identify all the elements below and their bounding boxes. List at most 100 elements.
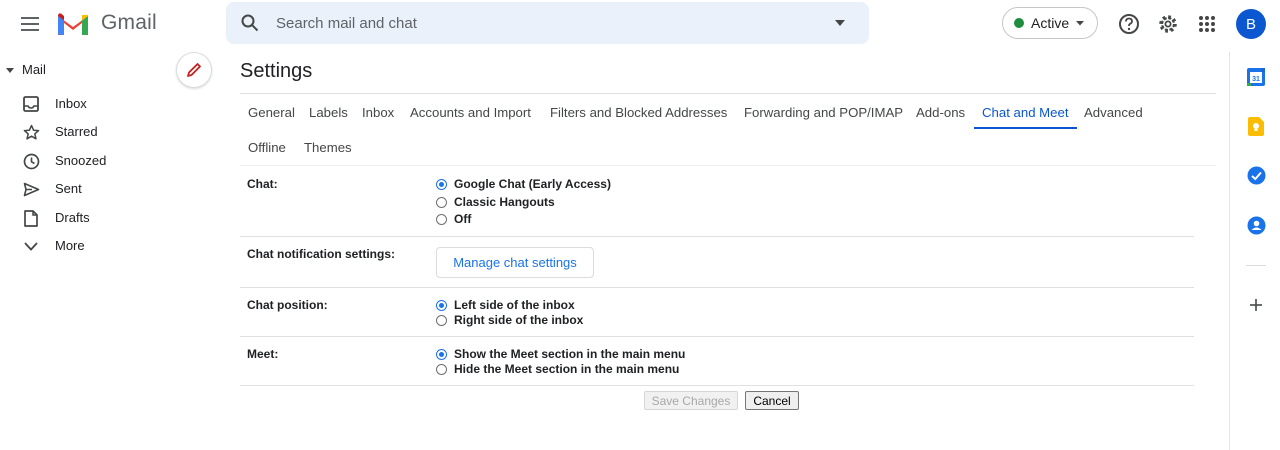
nav-item-more[interactable]: More xyxy=(0,232,220,260)
cancel-button[interactable]: Cancel xyxy=(745,391,799,410)
keep-button[interactable] xyxy=(1245,115,1267,137)
search-input[interactable] xyxy=(276,2,816,44)
radio-button[interactable] xyxy=(436,314,447,326)
tab-themes[interactable]: Themes xyxy=(304,140,352,155)
divider xyxy=(240,165,1216,166)
search-options-button[interactable] xyxy=(830,13,850,33)
gmail-logo-icon[interactable] xyxy=(56,11,90,37)
radio-label: Right side of the inbox xyxy=(454,313,584,327)
divider xyxy=(240,385,1194,386)
tab-forwarding-and-pop-imap[interactable]: Forwarding and POP/IMAP xyxy=(744,105,903,120)
manage-chat-settings-button[interactable]: Manage chat settings xyxy=(436,247,594,278)
divider xyxy=(240,93,1216,94)
calendar-button[interactable]: 31 xyxy=(1245,66,1267,88)
radio-label: Show the Meet section in the main menu xyxy=(454,347,686,361)
tab-offline[interactable]: Offline xyxy=(248,140,286,155)
avatar[interactable]: B xyxy=(1236,9,1266,39)
radio-label: Left side of the inbox xyxy=(454,298,575,312)
tab-labels[interactable]: Labels xyxy=(309,105,348,120)
side-panel-border xyxy=(1229,52,1230,450)
save-changes-button[interactable]: Save Changes xyxy=(644,391,738,410)
keep-icon xyxy=(1248,116,1264,136)
send-icon xyxy=(22,180,40,198)
settings-button[interactable] xyxy=(1156,12,1180,36)
status-dot xyxy=(1014,18,1024,28)
chat-position-right[interactable]: Right side of the inbox xyxy=(436,313,583,327)
caret-down-icon xyxy=(6,67,14,73)
radio-label: Google Chat (Early Access) xyxy=(454,177,611,191)
chat-position-left[interactable]: Left side of the inbox xyxy=(436,298,575,312)
chat-setting-label: Chat: xyxy=(247,177,278,191)
search-icon[interactable] xyxy=(240,13,260,33)
main-menu-button[interactable] xyxy=(14,8,46,40)
mail-section-label: Mail xyxy=(22,62,46,77)
status-selector[interactable]: Active xyxy=(1002,7,1098,39)
search-bar xyxy=(226,2,869,44)
contacts-button[interactable] xyxy=(1245,214,1267,236)
divider xyxy=(240,287,1194,288)
apps-grid-icon xyxy=(1199,16,1215,32)
tab-chat-and-meet[interactable]: Chat and Meet xyxy=(982,105,1069,120)
tasks-icon xyxy=(1247,166,1265,184)
tab-filters-and-blocked-addresses[interactable]: Filters and Blocked Addresses xyxy=(550,105,727,120)
gear-icon xyxy=(1159,15,1177,33)
calendar-day: 31 xyxy=(1252,76,1260,83)
chevron-down-icon xyxy=(22,237,40,255)
nav-item-label: Snoozed xyxy=(55,153,107,168)
meet-setting-label: Meet: xyxy=(247,347,279,361)
radio-button[interactable] xyxy=(436,348,447,360)
chat-position-label: Chat position: xyxy=(247,298,328,312)
top-bar: Gmail Active xyxy=(0,0,1280,48)
apps-button[interactable] xyxy=(1195,12,1219,36)
chat-option-classic-hangouts[interactable]: Classic Hangouts xyxy=(436,195,555,209)
tab-general[interactable]: General xyxy=(248,105,295,120)
plus-icon xyxy=(1250,299,1262,311)
compose-button[interactable] xyxy=(176,52,212,88)
radio-label: Off xyxy=(454,212,472,226)
contacts-icon xyxy=(1247,216,1265,234)
meet-option-hide[interactable]: Hide the Meet section in the main menu xyxy=(436,362,679,376)
chat-notification-settings-label: Chat notification settings: xyxy=(247,247,395,261)
divider xyxy=(240,336,1194,337)
tab-add-ons[interactable]: Add-ons xyxy=(916,105,965,120)
page-title: Settings xyxy=(240,60,313,82)
clock-icon xyxy=(22,152,40,170)
get-add-ons-button[interactable] xyxy=(1245,294,1267,316)
radio-button[interactable] xyxy=(436,213,447,225)
chat-option-off[interactable]: Off xyxy=(436,212,471,226)
meet-option-show[interactable]: Show the Meet section in the main menu xyxy=(436,347,685,361)
mail-section-toggle[interactable]: Mail xyxy=(6,62,46,77)
nav-item-label: More xyxy=(55,238,85,253)
nav-item-label: Sent xyxy=(55,181,82,196)
status-label: Active xyxy=(1031,15,1070,31)
nav-item-starred[interactable]: Starred xyxy=(0,118,220,146)
radio-button[interactable] xyxy=(436,299,447,311)
nav-item-label: Drafts xyxy=(55,210,90,225)
nav-item-sent[interactable]: Sent xyxy=(0,175,220,203)
inbox-icon xyxy=(22,95,40,113)
tab-inbox[interactable]: Inbox xyxy=(362,105,394,120)
hamburger-icon xyxy=(21,17,39,31)
radio-button[interactable] xyxy=(436,363,447,375)
help-icon xyxy=(1119,14,1139,34)
caret-down-icon xyxy=(835,20,845,26)
chat-option-google-chat[interactable]: Google Chat (Early Access) xyxy=(436,177,611,191)
tab-accounts-and-import[interactable]: Accounts and Import xyxy=(410,105,531,120)
divider xyxy=(240,236,1194,237)
tab-advanced[interactable]: Advanced xyxy=(1084,105,1143,120)
calendar-icon: 31 xyxy=(1247,68,1265,86)
radio-label: Hide the Meet section in the main menu xyxy=(454,362,680,376)
nav-item-inbox[interactable]: Inbox xyxy=(0,90,220,118)
radio-button[interactable] xyxy=(436,196,447,208)
active-tab-indicator xyxy=(974,127,1077,129)
nav-item-snoozed[interactable]: Snoozed xyxy=(0,147,220,175)
nav-item-drafts[interactable]: Drafts xyxy=(0,204,220,232)
radio-label: Classic Hangouts xyxy=(454,195,555,209)
star-icon xyxy=(22,123,40,141)
caret-down-icon xyxy=(1076,21,1085,26)
radio-button[interactable] xyxy=(436,178,447,190)
side-panel-divider xyxy=(1246,265,1266,266)
tasks-button[interactable] xyxy=(1245,164,1267,186)
support-button[interactable] xyxy=(1117,12,1141,36)
nav-item-label: Inbox xyxy=(55,96,87,111)
